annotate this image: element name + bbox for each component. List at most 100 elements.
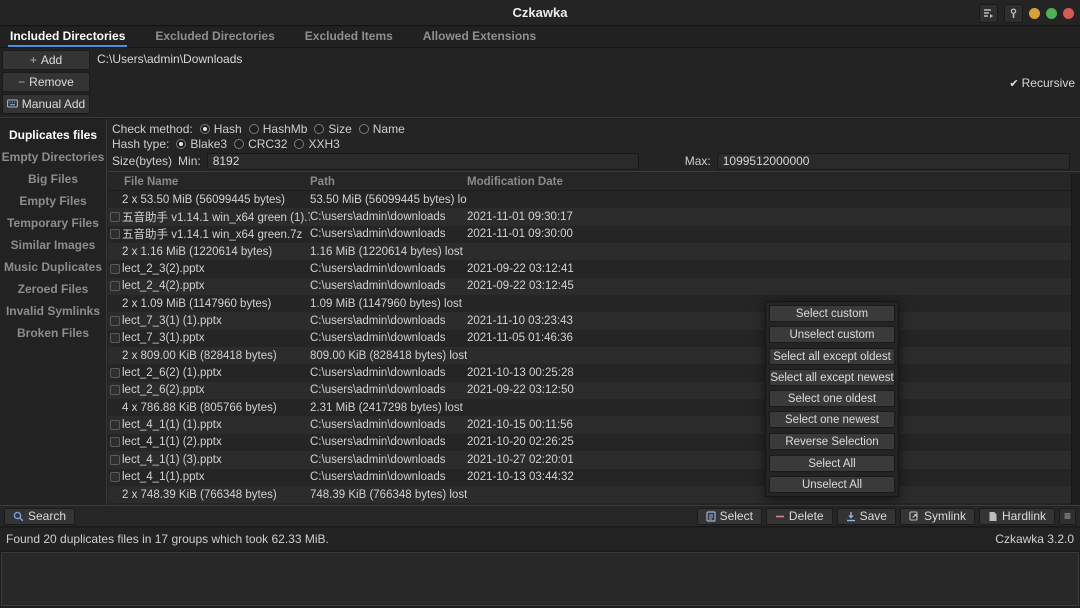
- cell-name: lect_4_1(1) (2).pptx: [122, 436, 310, 448]
- file-row[interactable]: lect_4_1(1) (3).pptxC:\users\admin\downl…: [108, 451, 1071, 468]
- column-path[interactable]: Path: [310, 176, 467, 188]
- manual-add-button[interactable]: Manual Add: [2, 94, 90, 114]
- group-row[interactable]: 2 x 809.00 KiB (828418 bytes)809.00 KiB …: [108, 347, 1071, 364]
- recursive-checkbox[interactable]: ✔ Recursive: [1009, 76, 1075, 90]
- column-file-name[interactable]: File Name: [122, 176, 310, 188]
- checkmark-icon: ✔: [1009, 77, 1018, 90]
- radio-xxh3[interactable]: XXH3: [294, 137, 339, 151]
- sidebar-item-empty-files[interactable]: Empty Files: [0, 190, 106, 212]
- reverse-selection-button[interactable]: Reverse Selection: [769, 433, 895, 450]
- row-checkbox[interactable]: [110, 212, 120, 222]
- radio-size[interactable]: Size: [314, 122, 351, 136]
- row-checkbox[interactable]: [110, 420, 120, 430]
- select-all-except-newest-button[interactable]: Select all except newest: [769, 369, 895, 386]
- column-modification-date[interactable]: Modification Date: [467, 176, 1071, 188]
- close-button[interactable]: [1063, 8, 1074, 19]
- row-checkbox[interactable]: [110, 437, 120, 447]
- directories-panel: + Add − Remove Manual Add C:\Users\admin…: [0, 48, 1080, 118]
- file-row[interactable]: lect_2_6(2) (1).pptxC:\users\admin\downl…: [108, 364, 1071, 381]
- sidebar-item-zeroed-files[interactable]: Zeroed Files: [0, 278, 106, 300]
- row-checkbox[interactable]: [110, 264, 120, 274]
- minimize-button[interactable]: [1029, 8, 1040, 19]
- row-checkbox[interactable]: [110, 368, 120, 378]
- add-directory-button[interactable]: + Add: [2, 50, 90, 70]
- tab-excluded-directories[interactable]: Excluded Directories: [153, 27, 276, 47]
- file-row[interactable]: lect_2_6(2).pptxC:\users\admin\downloads…: [108, 382, 1071, 399]
- file-row[interactable]: lect_2_3(2).pptxC:\users\admin\downloads…: [108, 260, 1071, 277]
- directory-path[interactable]: C:\Users\admin\Downloads: [91, 48, 990, 70]
- max-size-input[interactable]: 1099512000000: [717, 153, 1070, 170]
- sidebar-item-music-duplicates[interactable]: Music Duplicates: [0, 256, 106, 278]
- sidebar-item-invalid-symlinks[interactable]: Invalid Symlinks: [0, 300, 106, 322]
- file-row[interactable]: 五音助手 v1.14.1 win_x64 green.7zC:\users\ad…: [108, 226, 1071, 243]
- group-row[interactable]: 2 x 53.50 MiB (56099445 bytes)53.50 MiB …: [108, 191, 1071, 208]
- sidebar-item-similar-images[interactable]: Similar Images: [0, 234, 106, 256]
- cell-name: lect_4_1(1) (1).pptx: [122, 419, 310, 431]
- file-row[interactable]: lect_4_1(1).pptxC:\users\admin\downloads…: [108, 469, 1071, 486]
- directory-list[interactable]: C:\Users\admin\Downloads: [91, 48, 990, 117]
- cell-name: 五音助手 v1.14.1 win_x64 green (1).7z: [122, 209, 310, 225]
- select-custom-button[interactable]: Select custom: [769, 305, 895, 322]
- tool-sidebar: Duplicates filesEmpty DirectoriesBig Fil…: [0, 119, 107, 505]
- row-checkbox[interactable]: [110, 472, 120, 482]
- row-checkbox[interactable]: [110, 333, 120, 343]
- row-checkbox[interactable]: [110, 455, 120, 465]
- tab-allowed-extensions[interactable]: Allowed Extensions: [421, 27, 538, 47]
- row-checkbox[interactable]: [110, 316, 120, 326]
- tab-included-directories[interactable]: Included Directories: [8, 27, 127, 47]
- file-row[interactable]: lect_4_1(1) (2).pptxC:\users\admin\downl…: [108, 434, 1071, 451]
- sidebar-item-big-files[interactable]: Big Files: [0, 168, 106, 190]
- tab-excluded-items[interactable]: Excluded Items: [303, 27, 395, 47]
- radio-button-icon: [234, 139, 244, 149]
- cell-name: 2 x 809.00 KiB (828418 bytes): [122, 350, 310, 362]
- radio-blake3[interactable]: Blake3: [176, 137, 227, 151]
- cell-name: lect_2_4(2).pptx: [122, 280, 310, 292]
- min-size-input[interactable]: 8192: [207, 153, 639, 170]
- move-files-button[interactable]: [979, 4, 998, 23]
- cell-path: C:\users\admin\downloads: [310, 228, 467, 240]
- remove-directory-button[interactable]: − Remove: [2, 72, 90, 92]
- save-button[interactable]: Save: [837, 508, 896, 525]
- group-row[interactable]: 2 x 748.39 KiB (766348 bytes)748.39 KiB …: [108, 486, 1071, 503]
- select-one-oldest-button[interactable]: Select one oldest: [769, 390, 895, 407]
- file-row[interactable]: lect_7_3(1) (1).pptxC:\users\admin\downl…: [108, 312, 1071, 329]
- select-button[interactable]: Select: [697, 508, 762, 525]
- cell-path: 748.39 KiB (766348 bytes) lost: [310, 489, 467, 501]
- file-row[interactable]: 五音助手 v1.14.1 win_x64 green (1).7zC:\user…: [108, 208, 1071, 225]
- minus-icon: −: [18, 76, 25, 88]
- sidebar-item-duplicates-files[interactable]: Duplicates files: [0, 124, 106, 146]
- delete-button[interactable]: Delete: [766, 508, 833, 525]
- search-button[interactable]: Search: [4, 508, 75, 525]
- vertical-scrollbar[interactable]: [1071, 174, 1080, 505]
- cell-path: C:\users\admin\downloads: [310, 471, 467, 483]
- group-row[interactable]: 4 x 786.88 KiB (805766 bytes)2.31 MiB (2…: [108, 399, 1071, 416]
- file-row[interactable]: lect_7_3(1).pptxC:\users\admin\downloads…: [108, 330, 1071, 347]
- radio-name[interactable]: Name: [359, 122, 405, 136]
- cell-path: 53.50 MiB (56099445 bytes) lost: [310, 194, 467, 206]
- radio-hash[interactable]: Hash: [200, 122, 242, 136]
- symlink-button[interactable]: Symlink: [900, 508, 975, 525]
- unselect-all-button[interactable]: Unselect All: [769, 476, 895, 493]
- hash-type-label: Hash type:: [112, 137, 169, 151]
- group-row[interactable]: 2 x 1.09 MiB (1147960 bytes)1.09 MiB (11…: [108, 295, 1071, 312]
- unselect-custom-button[interactable]: Unselect custom: [769, 326, 895, 343]
- radio-hashmb[interactable]: HashMb: [249, 122, 308, 136]
- radio-button-icon: [200, 124, 210, 134]
- select-one-newest-button[interactable]: Select one newest: [769, 411, 895, 428]
- file-row[interactable]: lect_2_4(2).pptxC:\users\admin\downloads…: [108, 278, 1071, 295]
- radio-crc32[interactable]: CRC32: [234, 137, 287, 151]
- row-checkbox[interactable]: [110, 385, 120, 395]
- hamburger-menu-button[interactable]: ≡: [1059, 508, 1076, 525]
- settings-button[interactable]: [1004, 4, 1023, 23]
- group-row[interactable]: 2 x 1.16 MiB (1220614 bytes)1.16 MiB (12…: [108, 243, 1071, 260]
- sidebar-item-temporary-files[interactable]: Temporary Files: [0, 212, 106, 234]
- row-checkbox[interactable]: [110, 229, 120, 239]
- sidebar-item-empty-directories[interactable]: Empty Directories: [0, 146, 106, 168]
- maximize-button[interactable]: [1046, 8, 1057, 19]
- hardlink-button[interactable]: Hardlink: [979, 508, 1055, 525]
- file-row[interactable]: lect_4_1(1) (1).pptxC:\users\admin\downl…: [108, 416, 1071, 433]
- select-all-button[interactable]: Select All: [769, 455, 895, 472]
- sidebar-item-broken-files[interactable]: Broken Files: [0, 322, 106, 344]
- row-checkbox[interactable]: [110, 281, 120, 291]
- select-all-except-oldest-button[interactable]: Select all except oldest: [769, 348, 895, 365]
